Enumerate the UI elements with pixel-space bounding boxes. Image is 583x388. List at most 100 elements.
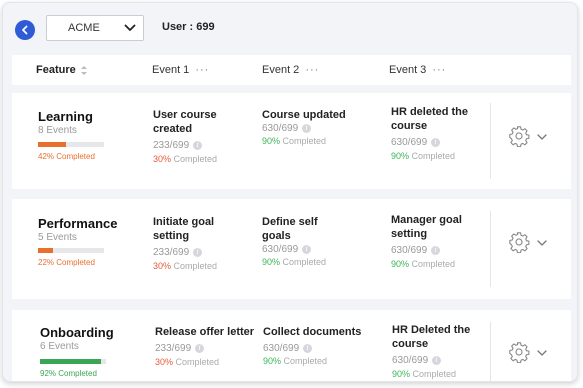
divider [490,103,491,179]
event-title: Release offer letter [155,326,255,338]
info-icon[interactable]: i [195,344,205,353]
event-count: 6 Events [40,341,79,352]
progress-fill [38,248,53,253]
event-count-value: 630/699 [391,137,428,148]
event-status: Completed [410,369,457,379]
event-percent: 30% [153,261,172,271]
progress-bar [40,359,106,364]
feature-header-label: Feature [36,64,76,76]
event3-column-header: Event 3 ··· [389,64,446,76]
event-title: Course updated [262,109,346,121]
divider [490,322,491,381]
event1-header-label: Event 1 [152,64,190,76]
info-icon[interactable]: i [432,356,442,365]
table-row: Performance 5 Events 22% Completed Initi… [12,199,571,299]
event-count: 8 Events [38,125,77,136]
back-button[interactable] [15,20,35,40]
event-cell: Release offer letter 233/699 i 30% Comple… [155,325,255,367]
event-title: HR Deleted the course [392,324,471,350]
event-title: Define self goals [262,216,318,242]
event-count-value: 630/699 [391,245,428,256]
event2-header-label: Event 2 [262,64,300,76]
event-count-value: 630/699 [263,343,300,354]
event-count-value: 233/699 [153,140,190,151]
chevron-down-icon [124,24,136,31]
chevron-down-icon[interactable] [537,239,547,247]
event-percent: 90% [262,257,281,267]
progress-fill [40,359,101,364]
info-icon[interactable]: i [303,344,313,353]
event1-more-icon[interactable]: ··· [195,65,209,76]
event-cell: HR deleted the course 630/699 i 90% Compl… [391,105,481,161]
progress-bar [38,142,104,147]
feature-name: Performance [38,216,118,231]
feature-name: Onboarding [40,325,114,340]
table-header: Feature Event 1 ··· Event 2 ··· Event 3 … [12,55,571,85]
table-row: Onboarding 6 Events 92% Completed Releas… [12,310,571,381]
event-status: Completed [409,151,456,161]
event-cell: HR Deleted the course 630/699 i 90% Compl… [392,323,482,379]
event-title: Collect documents [263,326,362,338]
app-frame: ACME User : 699 Feature Event 1 ··· Even… [2,2,578,382]
event-title: Manager goal setting [391,214,462,240]
divider [490,211,491,287]
event-count-value: 630/699 [262,244,299,255]
gear-icon[interactable] [508,231,530,253]
chevron-left-icon [22,25,28,35]
event-count-value: 233/699 [155,343,192,354]
event-status: Completed [409,259,456,269]
user-count-label: User : 699 [162,21,215,33]
event-cell: Manager goal setting 630/699 i 90% Comple… [391,213,481,269]
info-icon[interactable]: i [193,248,203,257]
event-percent: 90% [262,136,281,146]
event-count-value: 630/699 [262,123,299,134]
info-icon[interactable]: i [431,246,441,255]
event-percent: 30% [155,357,174,367]
company-select-value: ACME [68,22,100,34]
company-select[interactable]: ACME [46,15,144,41]
event-cell: User course created 233/699 i 30% Complet… [153,108,253,164]
event-percent: 90% [392,369,411,379]
toolbar: ACME User : 699 [3,3,577,53]
event-cell: Course updated 630/699 i 90% Completed [262,108,377,146]
table-row: Learning 8 Events 42% Completed User cou… [12,93,571,189]
event3-header-label: Event 3 [389,64,427,76]
info-icon[interactable]: i [302,245,312,254]
event-count: 5 Events [38,232,77,243]
event-percent: 90% [391,259,410,269]
event3-more-icon[interactable]: ··· [432,65,446,76]
chevron-down-icon[interactable] [537,349,547,357]
event-title: HR deleted the course [391,106,469,132]
event-count-value: 233/699 [153,247,190,258]
progress-label: 22% Completed [38,258,95,267]
event-cell: Collect documents 630/699 i 90% Completed [263,325,378,366]
progress-label: 92% Completed [40,369,97,378]
progress-label: 42% Completed [38,152,95,161]
event-title: User course created [153,109,217,135]
info-icon[interactable]: i [193,141,203,150]
progress-fill [38,142,66,147]
info-icon[interactable]: i [302,124,312,133]
gear-icon[interactable] [508,125,530,147]
gear-icon[interactable] [508,341,530,363]
event-cell: Define self goals 630/699 i 90% Completed [262,215,342,267]
chevron-down-icon[interactable] [537,133,547,141]
event1-column-header: Event 1 ··· [152,64,209,76]
event-percent: 30% [153,154,172,164]
event-percent: 90% [391,151,410,161]
sort-icon[interactable] [80,65,88,76]
event-status: Completed [173,357,220,367]
event-status: Completed [281,356,328,366]
info-icon[interactable]: i [431,138,441,147]
feature-column-header[interactable]: Feature [36,64,88,76]
event2-column-header: Event 2 ··· [262,64,319,76]
event-status: Completed [171,261,218,271]
event-status: Completed [280,136,327,146]
feature-name: Learning [38,109,93,124]
event-title: Initiate goal setting [153,216,215,242]
event-count-value: 630/699 [392,355,429,366]
event-status: Completed [280,257,327,267]
event-status: Completed [171,154,218,164]
event2-more-icon[interactable]: ··· [305,65,319,76]
progress-bar [38,248,104,253]
